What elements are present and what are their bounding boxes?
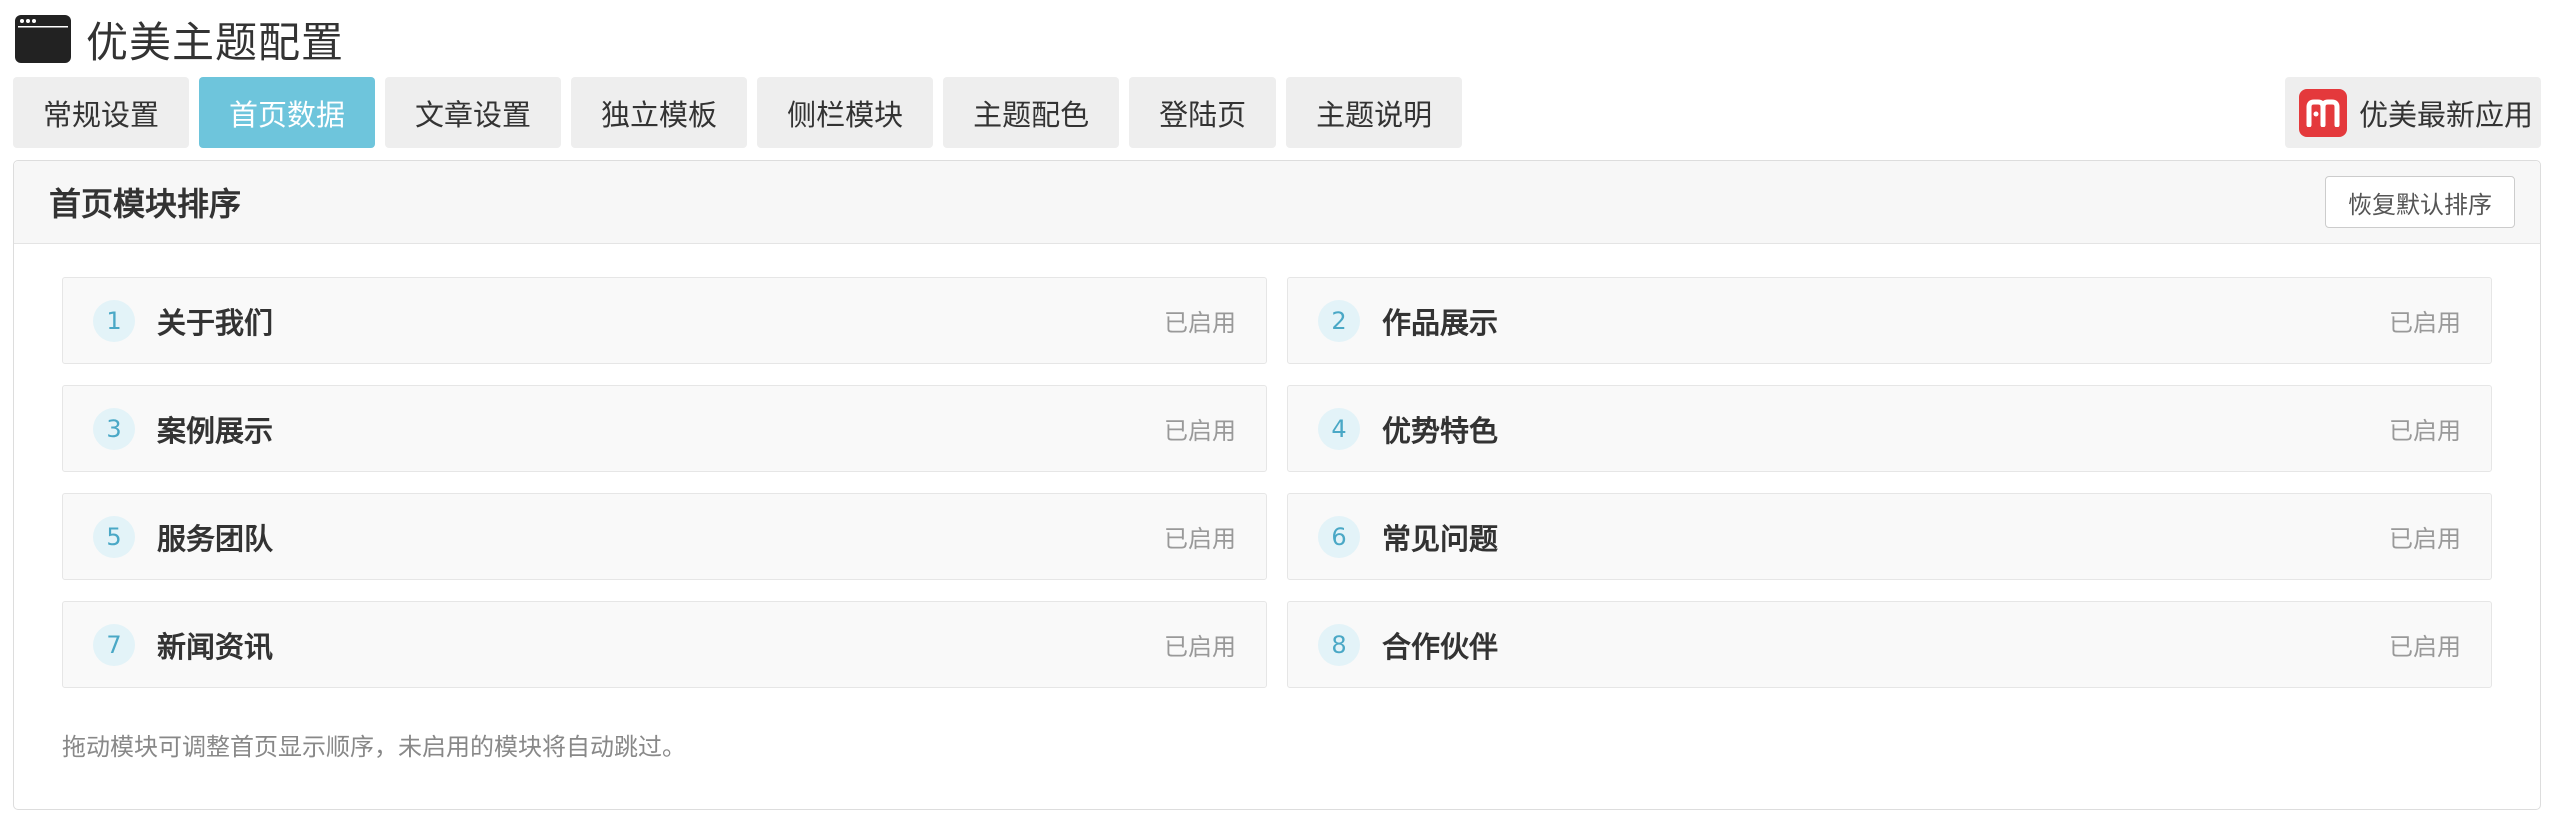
module-status: 已启用 (2389, 525, 2461, 553)
module-item[interactable]: 1 关于我们 已启用 (62, 277, 1267, 364)
module-item[interactable]: 8 合作伙伴 已启用 (1287, 601, 2492, 688)
window-icon (14, 14, 72, 64)
module-order-panel: 首页模块排序 恢复默认排序 1 关于我们 已启用 2 作品展示 已启用 3 案例… (13, 160, 2541, 810)
tab-home-data[interactable]: 首页数据 (199, 77, 376, 148)
module-status: 已启用 (2389, 633, 2461, 661)
module-number: 6 (1318, 515, 1360, 558)
latest-apps-label: 优美最新应用 (2359, 97, 2534, 132)
module-status: 已启用 (1164, 633, 1236, 661)
panel-title: 首页模块排序 (49, 185, 242, 223)
module-number: 8 (1318, 623, 1360, 666)
module-grid: 1 关于我们 已启用 2 作品展示 已启用 3 案例展示 已启用 4 优势特色 … (62, 277, 2492, 688)
reset-order-button[interactable]: 恢复默认排序 (2325, 176, 2515, 228)
brand-logo-icon (2299, 88, 2347, 137)
module-status: 已启用 (1164, 417, 1236, 445)
panel-header: 首页模块排序 恢复默认排序 (14, 161, 2540, 244)
module-name: 常见问题 (1382, 521, 1499, 556)
module-name: 合作伙伴 (1382, 629, 1499, 664)
module-status: 已启用 (1164, 309, 1236, 337)
settings-page: 优美主题配置 常规设置 首页数据 文章设置 独立模板 侧栏模块 主题配色 登陆页… (0, 0, 2554, 822)
latest-apps-button[interactable]: 优美最新应用 (2285, 77, 2541, 148)
module-name: 优势特色 (1382, 413, 1499, 448)
module-status: 已启用 (2389, 417, 2461, 445)
module-number: 7 (93, 623, 135, 666)
module-item[interactable]: 4 优势特色 已启用 (1287, 385, 2492, 472)
module-number: 5 (93, 515, 135, 558)
module-status: 已启用 (2389, 309, 2461, 337)
module-name: 新闻资讯 (157, 629, 274, 664)
module-name: 作品展示 (1382, 305, 1499, 340)
module-number: 2 (1318, 299, 1360, 342)
module-item[interactable]: 5 服务团队 已启用 (62, 493, 1267, 580)
module-status: 已启用 (1164, 525, 1236, 553)
page-header: 优美主题配置 (14, 8, 344, 70)
module-name: 案例展示 (157, 413, 274, 448)
module-item[interactable]: 3 案例展示 已启用 (62, 385, 1267, 472)
module-number: 3 (93, 407, 135, 450)
tab-theme-colors[interactable]: 主题配色 (943, 77, 1120, 148)
tab-login-page[interactable]: 登陆页 (1129, 77, 1277, 148)
tab-theme-docs[interactable]: 主题说明 (1286, 77, 1463, 148)
tab-general[interactable]: 常规设置 (13, 77, 190, 148)
module-item[interactable]: 2 作品展示 已启用 (1287, 277, 2492, 364)
tab-sidebar[interactable]: 侧栏模块 (757, 77, 934, 148)
module-name: 关于我们 (157, 305, 274, 340)
module-number: 4 (1318, 407, 1360, 450)
tab-templates[interactable]: 独立模板 (571, 77, 748, 148)
tab-article[interactable]: 文章设置 (385, 77, 562, 148)
settings-tabs: 常规设置 首页数据 文章设置 独立模板 侧栏模块 主题配色 登陆页 主题说明 (13, 77, 1463, 148)
module-item[interactable]: 7 新闻资讯 已启用 (62, 601, 1267, 688)
module-item[interactable]: 6 常见问题 已启用 (1287, 493, 2492, 580)
module-name: 服务团队 (157, 521, 274, 556)
drag-hint-text: 拖动模块可调整首页显示顺序，未启用的模块将自动跳过。 (62, 733, 686, 761)
page-title: 优美主题配置 (86, 17, 345, 67)
module-number: 1 (93, 299, 135, 342)
